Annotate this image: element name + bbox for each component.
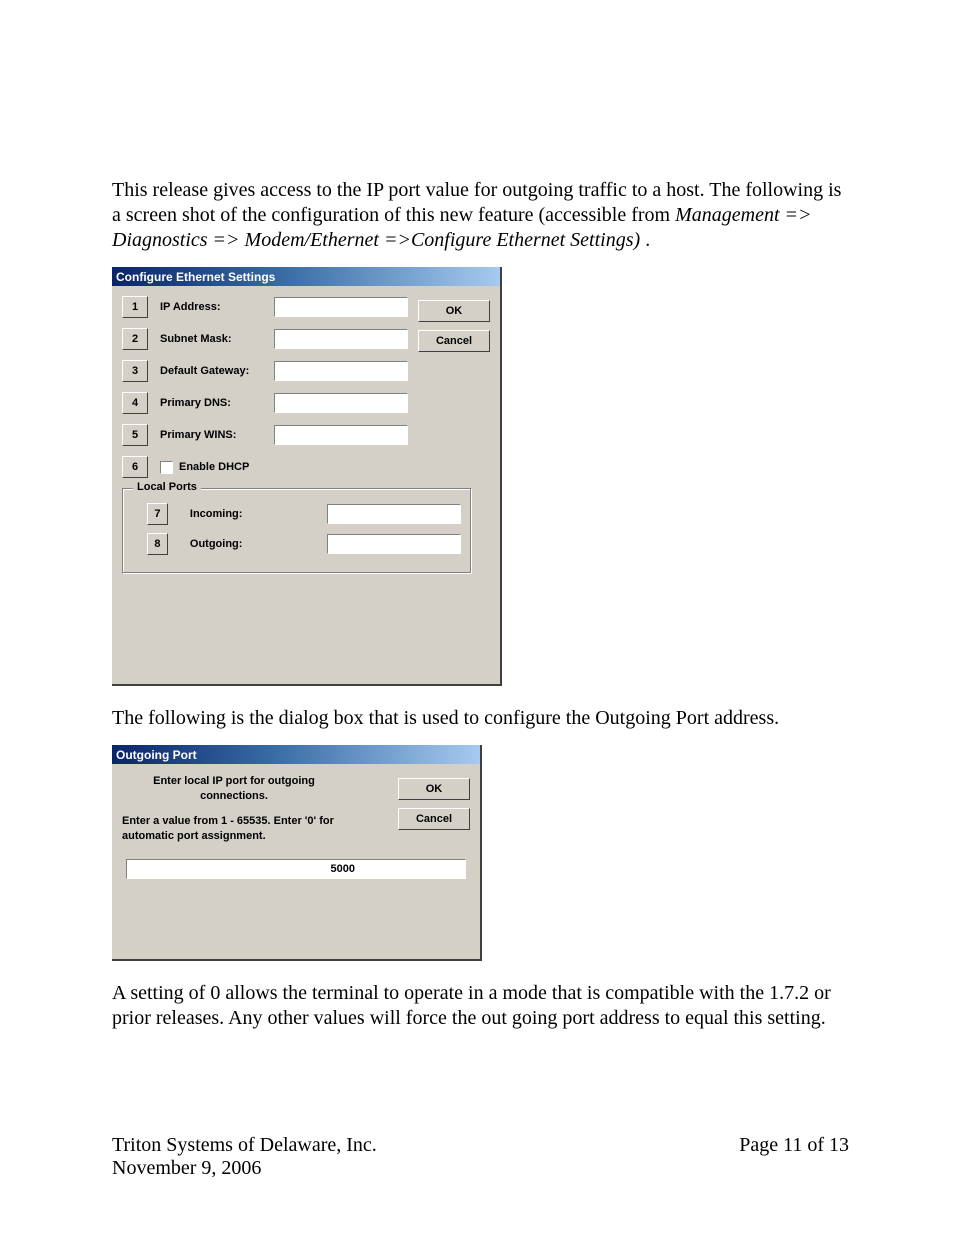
intro-text-b: . [645,229,650,251]
outgoing-port-value-input[interactable] [126,859,466,879]
primary-dns-input[interactable] [274,393,408,413]
hotkey-8-button[interactable]: 8 [147,533,168,555]
op-ok-button[interactable]: OK [398,778,470,800]
checkbox-icon [160,461,173,474]
default-gateway-row: 3 Default Gateway: [122,360,490,382]
ok-button-label: OK [446,305,463,317]
local-ports-legend: Local Ports [133,481,201,493]
hotkey-7-button[interactable]: 7 [147,503,168,525]
primary-wins-input[interactable] [274,425,408,445]
cancel-button[interactable]: Cancel [418,330,490,352]
op-instruction-1: Enter local IP port for outgoing connect… [122,774,346,804]
hotkey-6-label: 6 [132,461,138,473]
primary-wins-row: 5 Primary WINS: [122,424,490,446]
op-cancel-button-label: Cancel [416,813,452,825]
hotkey-2-label: 2 [132,333,138,345]
hotkey-3-button[interactable]: 3 [122,360,148,382]
cancel-button-label: Cancel [436,335,472,347]
local-ports-group: Local Ports 7 Incoming: 8 Outgoing: [122,488,472,574]
incoming-port-row: 7 Incoming: [147,503,461,525]
page-footer: Triton Systems of Delaware, Inc. Page 11… [112,1134,849,1180]
document-page: This release gives access to the IP port… [0,0,954,1235]
outgoing-port-input[interactable] [327,534,461,554]
hotkey-5-button[interactable]: 5 [122,424,148,446]
footer-page-number: Page 11 of 13 [739,1134,849,1157]
hotkey-4-label: 4 [132,397,138,409]
outgoing-port-titlebar: Outgoing Port [112,745,480,764]
outgoing-port-dialog: Outgoing Port OK Cancel Enter local IP p… [112,745,482,961]
ip-address-label: IP Address: [160,301,260,313]
ok-button[interactable]: OK [418,300,490,322]
configure-ethernet-title: Configure Ethernet Settings [116,270,275,284]
enable-dhcp-checkbox[interactable]: Enable DHCP [160,461,249,474]
middle-paragraph: The following is the dialog box that is … [112,706,849,731]
default-gateway-label: Default Gateway: [160,365,260,377]
hotkey-5-label: 5 [132,429,138,441]
subnet-mask-input[interactable] [274,329,408,349]
default-gateway-input[interactable] [274,361,408,381]
hotkey-2-button[interactable]: 2 [122,328,148,350]
op-cancel-button[interactable]: Cancel [398,808,470,830]
ip-address-input[interactable] [274,297,408,317]
enable-dhcp-label: Enable DHCP [179,461,249,473]
hotkey-3-label: 3 [132,365,138,377]
hotkey-6-button[interactable]: 6 [122,456,148,478]
hotkey-4-button[interactable]: 4 [122,392,148,414]
intro-paragraph: This release gives access to the IP port… [112,178,849,253]
op-ok-button-label: OK [426,783,443,795]
incoming-port-input[interactable] [327,504,461,524]
footer-date: November 9, 2006 [112,1157,849,1180]
hotkey-1-button[interactable]: 1 [122,296,148,318]
op-instruction-2: Enter a value from 1 - 65535. Enter '0' … [122,814,346,844]
incoming-port-label: Incoming: [190,508,245,520]
primary-wins-label: Primary WINS: [160,429,260,441]
configure-ethernet-dialog: Configure Ethernet Settings OK Cancel 1 … [112,267,502,686]
subnet-mask-label: Subnet Mask: [160,333,260,345]
hotkey-8-label: 8 [154,538,160,550]
hotkey-7-label: 7 [154,508,160,520]
outgoing-port-row: 8 Outgoing: [147,533,461,555]
outgoing-port-title: Outgoing Port [116,748,197,762]
primary-dns-label: Primary DNS: [160,397,260,409]
enable-dhcp-row: 6 Enable DHCP [122,456,490,478]
outgoing-port-label: Outgoing: [190,538,245,550]
hotkey-1-label: 1 [132,301,138,313]
closing-paragraph: A setting of 0 allows the terminal to op… [112,981,849,1031]
configure-ethernet-titlebar: Configure Ethernet Settings [112,267,500,286]
footer-company: Triton Systems of Delaware, Inc. [112,1134,377,1157]
primary-dns-row: 4 Primary DNS: [122,392,490,414]
